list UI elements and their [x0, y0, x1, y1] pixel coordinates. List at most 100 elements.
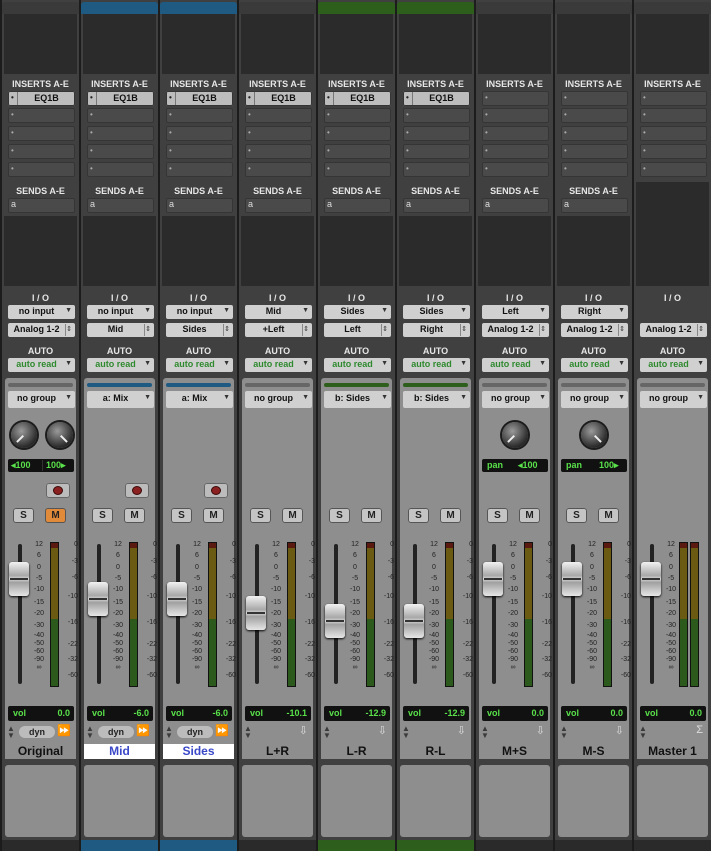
output-selector[interactable]: +Left ⇕ — [245, 323, 312, 337]
insert-slot-c[interactable]: • — [482, 126, 549, 141]
insert-slot-b[interactable]: • — [482, 108, 549, 123]
input-selector[interactable]: no input ▼ — [166, 305, 233, 319]
insert-slot-c[interactable]: • — [640, 126, 707, 141]
track-name[interactable]: Original — [5, 744, 76, 759]
record-enable-button[interactable] — [204, 483, 228, 498]
solo-button[interactable]: S — [408, 508, 429, 523]
down-arrow-icon[interactable]: ⇩ — [299, 724, 308, 737]
pan-knob[interactable] — [581, 422, 607, 448]
track-name[interactable]: L+R — [242, 744, 313, 759]
mute-button[interactable]: M — [598, 508, 619, 523]
group-selector[interactable]: b: Sides ▼ — [403, 391, 470, 408]
insert-slot-a[interactable]: • EQ1B — [87, 91, 154, 106]
group-selector[interactable]: a: Mix ▼ — [166, 391, 233, 408]
solo-button[interactable]: S — [13, 508, 34, 523]
insert-slot-c[interactable]: • — [245, 126, 312, 141]
insert-slot-a[interactable]: • — [482, 91, 549, 106]
insert-slot-e[interactable]: • — [324, 162, 391, 177]
comments-area[interactable] — [163, 765, 234, 837]
insert-slot-a[interactable]: • EQ1B — [245, 91, 312, 106]
mute-button[interactable]: M — [124, 508, 145, 523]
send-slot-a[interactable]: a — [8, 198, 75, 213]
track-name[interactable]: Master 1 — [637, 744, 708, 759]
fast-forward-icon[interactable]: ⏩ — [136, 724, 150, 737]
output-selector[interactable]: Analog 1-2 ⇕ — [482, 323, 549, 337]
automation-mode-selector[interactable]: auto read ▼ — [640, 358, 707, 372]
automation-mode-selector[interactable]: auto read ▼ — [166, 358, 233, 372]
track-nav-arrows-icon[interactable]: ▲ ▼ — [7, 725, 15, 740]
insert-slot-d[interactable]: • — [324, 144, 391, 159]
output-selector[interactable]: Sides ⇕ — [166, 323, 233, 337]
output-selector[interactable]: Left ⇕ — [324, 323, 391, 337]
insert-slot-d[interactable]: • — [640, 144, 707, 159]
send-slot-a[interactable]: a — [403, 198, 470, 213]
input-selector[interactable]: Right ▼ — [561, 305, 628, 319]
solo-button[interactable]: S — [487, 508, 508, 523]
insert-slot-a[interactable]: • — [640, 91, 707, 106]
output-selector[interactable]: Analog 1-2 ⇕ — [640, 323, 707, 337]
track-name[interactable]: M-S — [558, 744, 629, 759]
mute-button[interactable]: M — [45, 508, 66, 523]
insert-slot-a[interactable]: • EQ1B — [8, 91, 75, 106]
input-selector[interactable]: Sides ▼ — [324, 305, 391, 319]
track-nav-arrows-icon[interactable]: ▲ ▼ — [244, 725, 252, 740]
track-name[interactable]: Sides — [163, 744, 234, 759]
mute-button[interactable]: M — [203, 508, 224, 523]
insert-slot-d[interactable]: • — [245, 144, 312, 159]
automation-mode-selector[interactable]: auto read ▼ — [403, 358, 470, 372]
record-enable-button[interactable] — [46, 483, 70, 498]
group-selector[interactable]: no group ▼ — [245, 391, 312, 408]
insert-slot-e[interactable]: • — [403, 162, 470, 177]
track-nav-arrows-icon[interactable]: ▲ ▼ — [560, 725, 568, 740]
input-selector[interactable]: Left ▼ — [482, 305, 549, 319]
solo-button[interactable]: S — [92, 508, 113, 523]
insert-slot-b[interactable]: • — [403, 108, 470, 123]
insert-slot-e[interactable]: • — [8, 162, 75, 177]
comments-area[interactable] — [479, 765, 550, 837]
insert-slot-c[interactable]: • — [403, 126, 470, 141]
insert-slot-a[interactable]: • EQ1B — [403, 91, 470, 106]
solo-button[interactable]: S — [566, 508, 587, 523]
insert-slot-b[interactable]: • — [87, 108, 154, 123]
send-slot-a[interactable]: a — [482, 198, 549, 213]
track-nav-arrows-icon[interactable]: ▲ ▼ — [639, 725, 647, 740]
comments-area[interactable] — [321, 765, 392, 837]
down-arrow-icon[interactable]: ⇩ — [378, 724, 387, 737]
mute-button[interactable]: M — [282, 508, 303, 523]
down-arrow-icon[interactable]: ⇩ — [457, 724, 466, 737]
track-nav-arrows-icon[interactable]: ▲ ▼ — [165, 725, 173, 740]
automation-mode-selector[interactable]: auto read ▼ — [561, 358, 628, 372]
sigma-icon[interactable]: Σ — [696, 724, 703, 736]
insert-slot-d[interactable]: • — [561, 144, 628, 159]
group-selector[interactable]: a: Mix ▼ — [87, 391, 154, 408]
send-slot-a[interactable]: a — [87, 198, 154, 213]
solo-button[interactable]: S — [171, 508, 192, 523]
insert-slot-c[interactable]: • — [166, 126, 233, 141]
insert-slot-b[interactable]: • — [245, 108, 312, 123]
insert-slot-b[interactable]: • — [324, 108, 391, 123]
input-selector[interactable]: Sides ▼ — [403, 305, 470, 319]
pan-knob[interactable] — [502, 422, 528, 448]
insert-slot-c[interactable]: • — [8, 126, 75, 141]
comments-area[interactable] — [400, 765, 471, 837]
insert-slot-d[interactable]: • — [166, 144, 233, 159]
insert-slot-d[interactable]: • — [482, 144, 549, 159]
output-selector[interactable]: Right ⇕ — [403, 323, 470, 337]
send-slot-a[interactable]: a — [245, 198, 312, 213]
down-arrow-icon[interactable]: ⇩ — [536, 724, 545, 737]
automation-mode-selector[interactable]: auto read ▼ — [87, 358, 154, 372]
group-selector[interactable]: no group ▼ — [482, 391, 549, 408]
insert-slot-d[interactable]: • — [8, 144, 75, 159]
insert-slot-e[interactable]: • — [87, 162, 154, 177]
fast-forward-icon[interactable]: ⏩ — [215, 724, 229, 737]
fast-forward-icon[interactable]: ⏩ — [57, 724, 71, 737]
solo-button[interactable]: S — [329, 508, 350, 523]
output-selector[interactable]: Mid ⇕ — [87, 323, 154, 337]
group-selector[interactable]: no group ▼ — [640, 391, 707, 408]
automation-mode-selector[interactable]: auto read ▼ — [245, 358, 312, 372]
insert-slot-e[interactable]: • — [640, 162, 707, 177]
dyn-button[interactable]: dyn — [177, 726, 213, 738]
insert-slot-a[interactable]: • — [561, 91, 628, 106]
insert-slot-e[interactable]: • — [245, 162, 312, 177]
insert-slot-c[interactable]: • — [87, 126, 154, 141]
